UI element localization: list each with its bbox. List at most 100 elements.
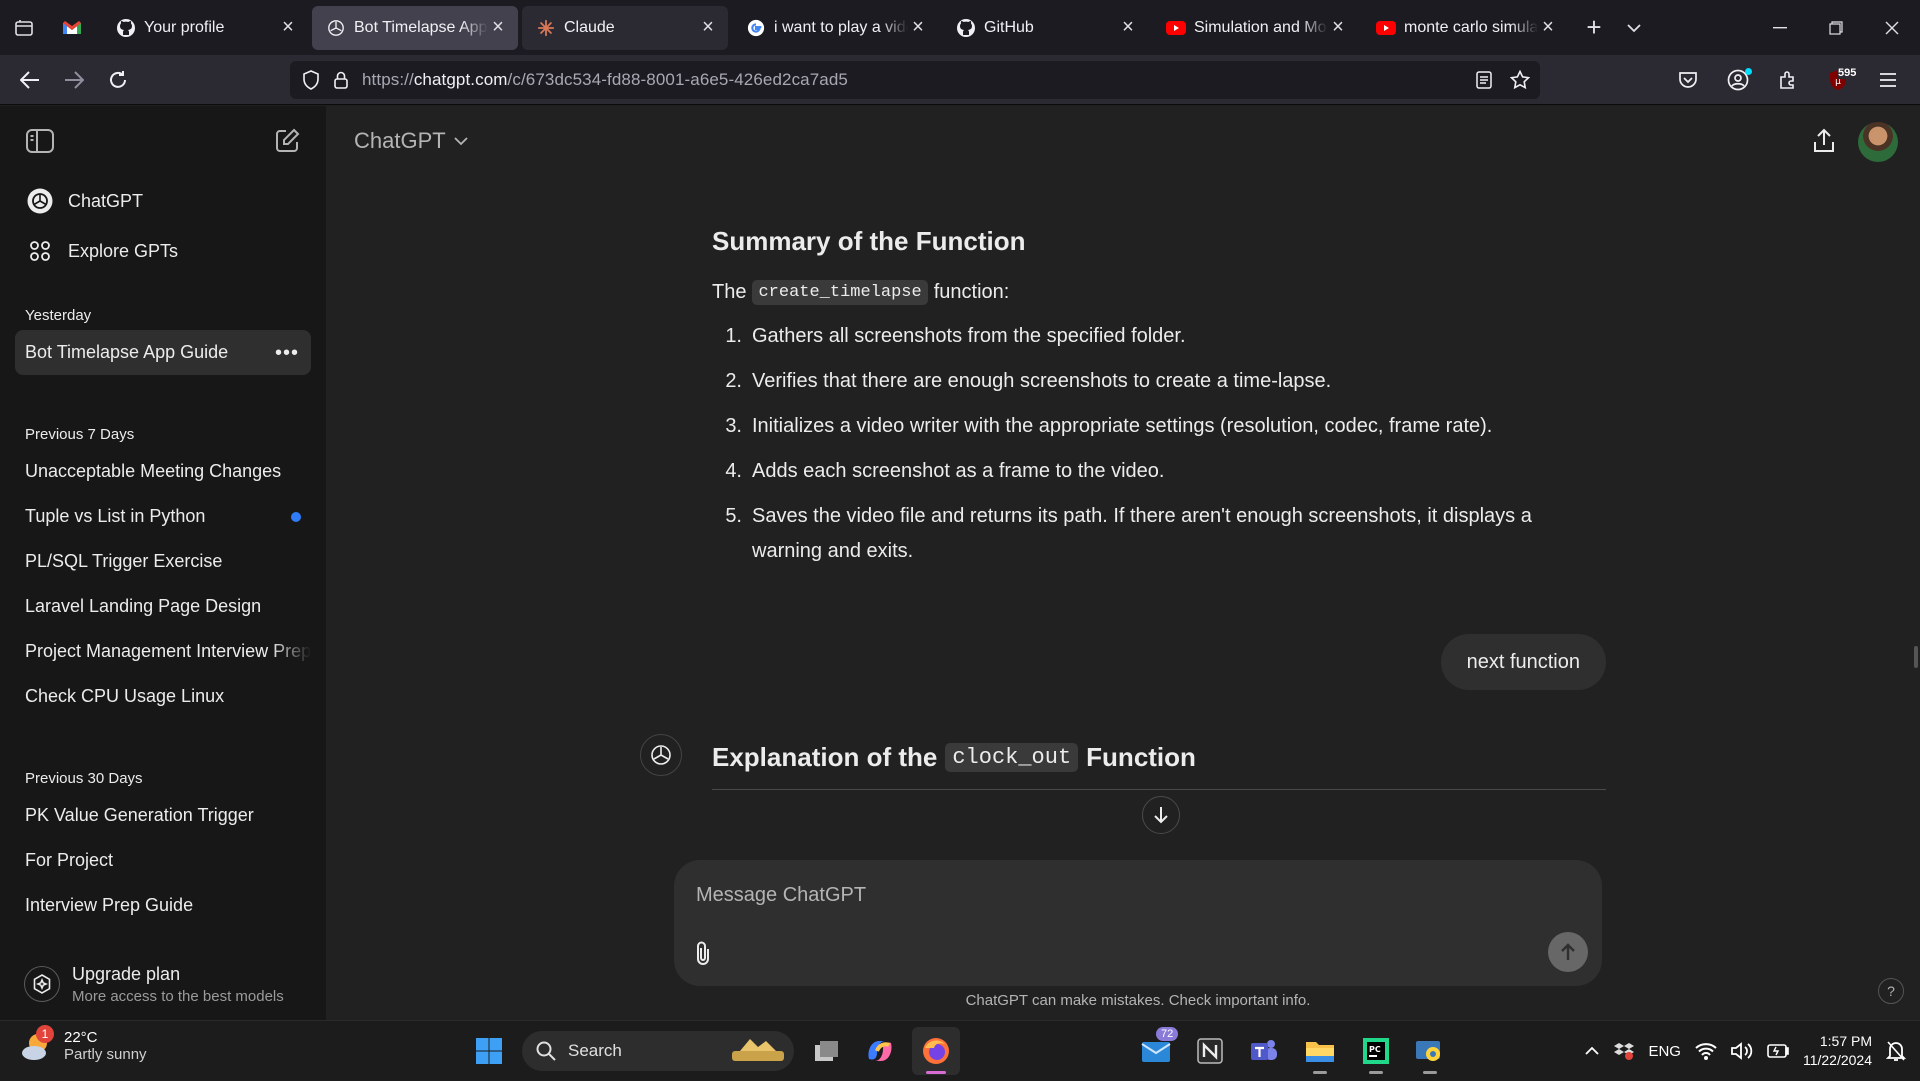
history-item-label: Tuple vs List in Python [25, 506, 206, 526]
notion-icon[interactable] [1186, 1027, 1234, 1075]
sidebar-link-chatgpt[interactable]: ChatGPT [0, 176, 326, 226]
close-icon[interactable]: × [698, 16, 718, 38]
close-window-icon[interactable] [1864, 0, 1920, 55]
history-item[interactable]: PK Value Generation Trigger [15, 793, 311, 838]
history-item[interactable]: Check CPU Usage Linux [15, 674, 311, 719]
volume-icon[interactable] [1731, 1042, 1753, 1060]
close-icon[interactable]: × [1538, 16, 1558, 38]
firefox-icon[interactable] [912, 1027, 960, 1075]
message-input[interactable] [696, 878, 1556, 912]
pocket-icon[interactable] [1666, 60, 1710, 100]
back-arrow-icon[interactable] [8, 60, 52, 100]
list-item: 4. Adds each screenshot as a frame to the… [712, 454, 1606, 489]
avatar[interactable] [1858, 122, 1898, 162]
chat-main: ChatGPT Summary of the Function The crea… [326, 106, 1920, 1020]
scroll-to-bottom-button[interactable] [1142, 796, 1180, 834]
list-number: 2. [725, 370, 742, 392]
task-view-icon[interactable] [803, 1027, 851, 1075]
close-icon[interactable]: × [488, 16, 508, 38]
history-item[interactable]: For Project [15, 838, 311, 883]
history-item[interactable]: Tuple vs List in Python [15, 494, 311, 539]
google-icon [746, 18, 766, 38]
upgrade-plan-button[interactable]: Upgrade plan More access to the best mod… [18, 954, 308, 1014]
reload-icon[interactable] [96, 60, 140, 100]
teams-icon[interactable] [1240, 1027, 1288, 1075]
model-selector[interactable]: ChatGPT [354, 128, 468, 154]
mail-icon[interactable]: 72 [1132, 1027, 1180, 1075]
notifications-bell-icon[interactable] [1886, 1040, 1906, 1062]
tab-google-search[interactable]: i want to play a video × [732, 6, 938, 50]
send-button[interactable] [1548, 932, 1588, 972]
close-icon[interactable]: × [1118, 16, 1138, 38]
wifi-icon[interactable] [1695, 1042, 1717, 1060]
list-all-tabs-chevron-icon[interactable] [1614, 8, 1654, 48]
language-indicator[interactable]: ENG [1648, 1043, 1681, 1060]
close-icon[interactable]: × [1328, 16, 1348, 38]
history-item[interactable]: PL/SQL Trigger Exercise [15, 539, 311, 584]
close-sidebar-icon[interactable] [26, 129, 54, 153]
openai-icon [326, 18, 346, 38]
chevron-up-icon[interactable] [1584, 1046, 1600, 1056]
list-text: Saves the video file and returns its pat… [752, 505, 1532, 562]
url-bar[interactable]: https://chatgpt.com/c/673dc534-fd88-8001… [290, 61, 1540, 99]
tab-monte-carlo[interactable]: monte carlo simulation × [1362, 6, 1568, 50]
minimize-icon[interactable] [1752, 0, 1808, 55]
history-item[interactable]: Project Management Interview Prep [15, 629, 311, 674]
arrow-down-icon [1154, 807, 1168, 824]
list-number: 5. [725, 505, 742, 527]
dropbox-sync-icon[interactable] [1614, 1042, 1635, 1060]
history-item[interactable]: Bot Timelapse App Guide ••• [15, 330, 311, 375]
lock-icon[interactable] [334, 71, 348, 89]
tab-claude[interactable]: Claude × [522, 5, 728, 50]
explain-before: Explanation of the [712, 742, 938, 772]
sidebar-link-explore-gpts[interactable]: Explore GPTs [0, 226, 326, 276]
bookmark-star-icon[interactable] [1510, 70, 1530, 90]
openai-icon [24, 185, 56, 217]
tab-your-profile[interactable]: Your profile × [102, 6, 308, 50]
history-item-label: PK Value Generation Trigger [25, 805, 254, 825]
new-tab-icon[interactable]: + [1574, 8, 1614, 48]
hamburger-menu-icon[interactable] [1866, 60, 1910, 100]
file-explorer-icon[interactable] [1296, 1027, 1344, 1075]
history-item[interactable]: Laravel Landing Page Design [15, 584, 311, 629]
sidebar-link-label: Explore GPTs [68, 240, 179, 261]
battery-icon[interactable] [1767, 1044, 1789, 1058]
github-icon [116, 18, 136, 38]
search-highlight-icon [732, 1037, 784, 1065]
tracking-shield-icon[interactable] [302, 70, 320, 90]
python-app-icon[interactable] [1406, 1027, 1454, 1075]
forward-arrow-icon[interactable] [52, 60, 96, 100]
url-path: /c/673dc534-fd88-8001-a6e5-426ed2ca7ad5 [507, 70, 848, 89]
extensions-puzzle-icon[interactable] [1766, 60, 1810, 100]
ublock-extension-icon[interactable]: μ 595 [1816, 60, 1860, 100]
new-chat-icon[interactable] [274, 128, 300, 154]
conversation-thread: Summary of the Function The create_timel… [640, 106, 1606, 856]
scrollbar[interactable] [1914, 646, 1918, 668]
copilot-icon[interactable] [856, 1027, 904, 1075]
share-icon[interactable] [1812, 128, 1836, 154]
tab-gmail[interactable] [48, 6, 98, 50]
intro-sentence: The create_timelapse function: [712, 280, 1009, 305]
clock[interactable]: 1:57 PM 11/22/2024 [1803, 1032, 1872, 1070]
inline-code: create_timelapse [752, 280, 928, 305]
search-icon [536, 1041, 556, 1061]
history-item-label: Laravel Landing Page Design [25, 596, 262, 616]
tab-simulation-modeling[interactable]: Simulation and Modeling × [1152, 6, 1358, 50]
taskbar-search[interactable]: Search [522, 1031, 794, 1071]
history-item[interactable]: Interview Prep Guide [15, 883, 311, 928]
tab-github[interactable]: GitHub × [942, 6, 1148, 50]
tab-overview-icon[interactable] [4, 8, 44, 48]
close-icon[interactable]: × [278, 16, 298, 38]
close-icon[interactable]: × [908, 16, 928, 38]
pycharm-icon[interactable]: PC [1352, 1027, 1400, 1075]
tab-bot-timelapse[interactable]: Bot Timelapse App Guide × [312, 5, 518, 50]
history-item[interactable]: Unacceptable Meeting Changes [15, 449, 311, 494]
restore-icon[interactable] [1808, 0, 1864, 55]
account-icon[interactable] [1716, 60, 1760, 100]
more-options-icon[interactable]: ••• [275, 342, 299, 365]
weather-widget[interactable]: 1 22°C Partly sunny [20, 1025, 147, 1063]
help-button[interactable]: ? [1878, 978, 1904, 1004]
windows-start-icon[interactable] [465, 1027, 513, 1075]
paperclip-icon[interactable] [694, 940, 712, 966]
reader-view-icon[interactable] [1476, 71, 1492, 89]
